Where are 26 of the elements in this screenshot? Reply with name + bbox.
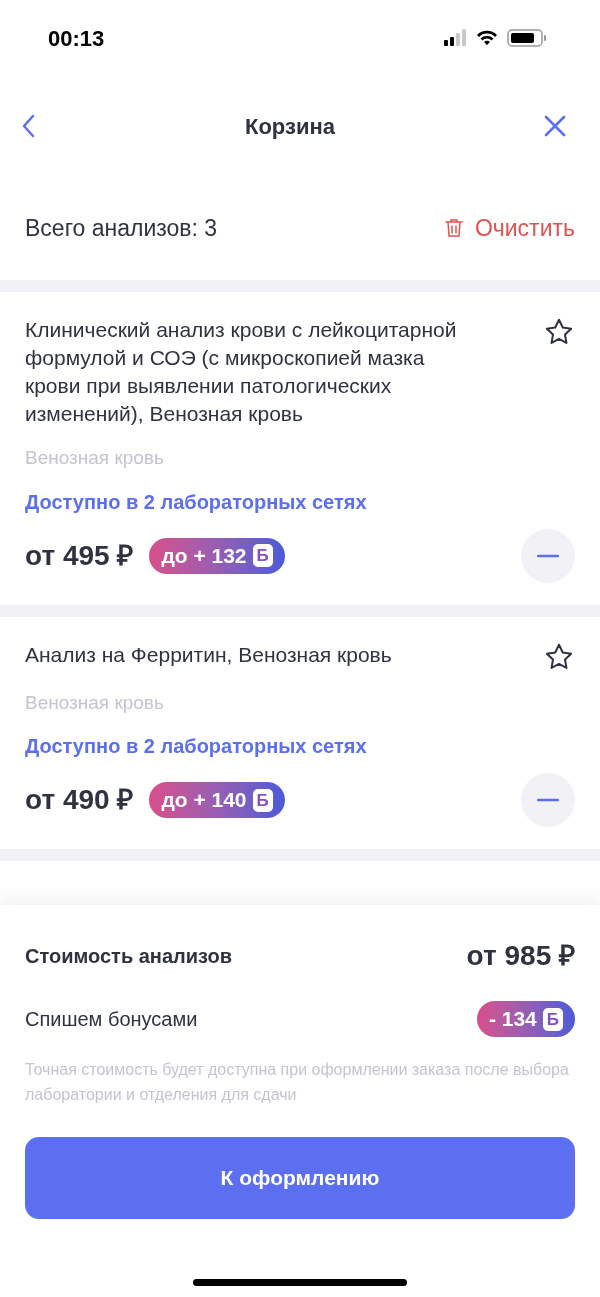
battery-icon xyxy=(507,29,546,47)
availability-link[interactable]: Доступно в 2 лабораторных сетях xyxy=(25,486,575,517)
test-price: от 490 ₽ xyxy=(25,783,134,817)
cost-label: Стоимость анализов xyxy=(25,944,233,969)
biomaterial: Венозная кровь xyxy=(25,690,165,715)
clear-button[interactable]: Очистить xyxy=(444,210,575,246)
tests-count: Всего анализов: 3 xyxy=(25,213,218,243)
biomaterial: Венозная кровь xyxy=(25,446,165,470)
availability-link[interactable]: Доступно в 2 лабораторных сетях xyxy=(25,731,575,761)
price-note: Точная стоимость будет доступна при оформлении заказа после выбора лаборатории и отделения для сдачи xyxy=(25,1060,570,1105)
status-time: 00:13 xyxy=(48,24,105,53)
wifi-icon xyxy=(477,30,497,45)
test-title: Клинический анализ крови с лейкоцитарной формулой и СОЭ (с микроскопией мазка крови при выявлении патологических изменений), Венозная кровь xyxy=(25,317,458,427)
test-price: от 495 ₽ xyxy=(25,538,134,573)
signal-icon xyxy=(444,29,466,46)
checkout-button[interactable]: К оформлению xyxy=(25,1137,575,1219)
trash-icon xyxy=(444,218,463,238)
bonus-badge: до + 132 Б xyxy=(149,537,285,574)
minus-icon xyxy=(537,798,559,802)
bonus-label: Спишем бонусами xyxy=(25,1007,198,1032)
page-title: Корзина xyxy=(245,112,335,141)
test-title: Анализ на Ферритин, Венозная кровь xyxy=(25,641,392,668)
minus-icon xyxy=(537,553,559,558)
bonus-badge: - 134 Б xyxy=(476,1001,575,1037)
bonus-badge: до + 140 Б xyxy=(149,782,285,818)
cost-value: от 985 ₽ xyxy=(466,939,575,973)
